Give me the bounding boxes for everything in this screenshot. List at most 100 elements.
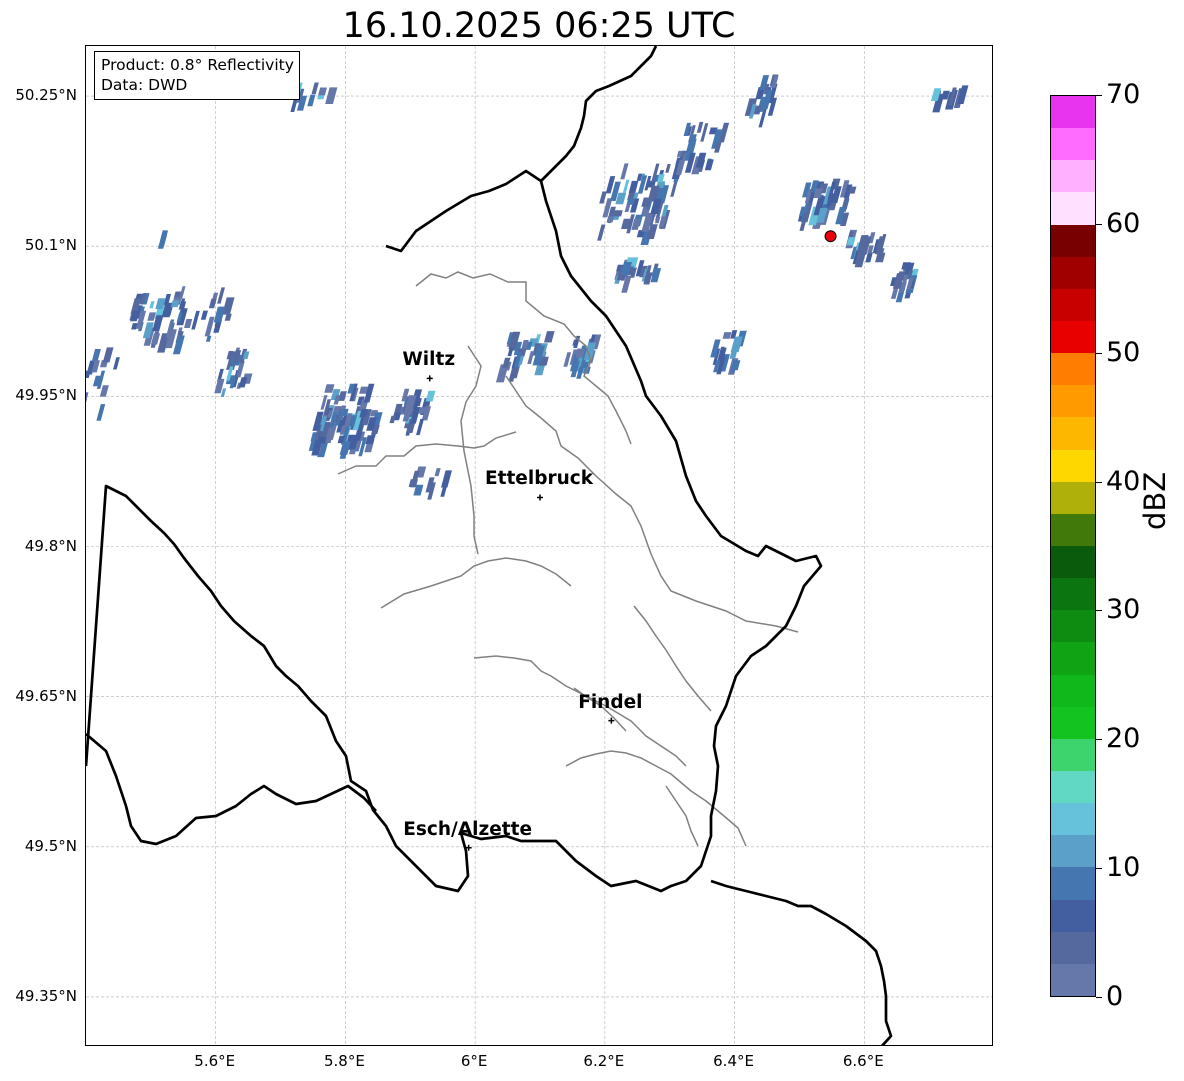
echo-pixel <box>147 312 157 321</box>
echo-pixel <box>543 331 555 343</box>
colorbar-tick <box>1096 610 1102 612</box>
lat-tick-label: 49.5°N <box>24 836 77 855</box>
colorbar-tick-label: 50 <box>1106 336 1141 368</box>
product-label: Product: 0.8° Reflectivity <box>101 56 294 74</box>
echo-pixel <box>92 375 104 387</box>
colorbar-segment <box>1051 674 1095 707</box>
echo-pixel <box>704 159 714 171</box>
colorbar-segment <box>1051 385 1095 418</box>
colorbar-segment <box>1051 353 1095 386</box>
city-marker <box>608 717 615 724</box>
colorbar-segment <box>1051 288 1095 322</box>
france-border <box>86 732 377 846</box>
echo-pixel <box>217 287 226 304</box>
colorbar-tick <box>1096 739 1102 741</box>
echo-pixel <box>184 319 193 328</box>
colorbar-segment <box>1051 899 1095 932</box>
echo-pixel <box>875 252 886 263</box>
colorbar-segment <box>1051 835 1095 868</box>
echo-pixel <box>416 418 424 436</box>
colorbar-segment <box>1051 481 1095 514</box>
radar-map[interactable] <box>85 45 993 1046</box>
colorbar-segment <box>1051 224 1095 257</box>
city-label: Esch/Alzette <box>403 818 533 840</box>
echo-pixel <box>722 332 732 339</box>
echo-pixel <box>606 216 615 223</box>
echo-pixel <box>205 335 212 342</box>
echo-pixel <box>318 87 327 96</box>
radar-site-marker[interactable] <box>824 230 837 243</box>
echo-pixel <box>172 335 185 355</box>
colorbar-segment <box>1051 513 1095 547</box>
colorbar-tick-label: 70 <box>1106 79 1141 110</box>
echo-pixel <box>91 349 101 362</box>
city-markers <box>426 375 615 851</box>
echo-pixel <box>507 347 514 357</box>
colorbar-segment <box>1051 771 1095 804</box>
colorbar-segment <box>1051 931 1095 964</box>
echo-pixel <box>325 87 338 105</box>
echo-pixel <box>665 164 671 173</box>
echo-pixel <box>222 297 235 315</box>
lat-tick-label: 49.95°N <box>15 386 77 405</box>
canton-border <box>460 345 482 555</box>
city-marker <box>426 375 433 382</box>
echo-pixel <box>670 181 678 197</box>
echo-pixel <box>324 384 335 393</box>
lon-tick-label: 6.4°E <box>713 1052 754 1070</box>
colorbar-segment <box>1051 321 1095 354</box>
lon-tick-label: 6.2°E <box>583 1052 625 1070</box>
echo-pixel <box>365 435 376 445</box>
colorbar-unit-label: dBZ <box>1138 471 1172 530</box>
radar-echoes <box>86 74 969 500</box>
colorbar-segment <box>1051 160 1095 193</box>
colorbar-segment <box>1051 96 1095 129</box>
echo-pixel <box>99 385 109 397</box>
product-info-box: Product: 0.8° Reflectivity Data: DWD <box>94 51 300 100</box>
city-marker <box>537 494 543 501</box>
luxembourg-border <box>86 169 823 893</box>
echo-pixel <box>441 470 452 488</box>
canton-border <box>633 605 712 712</box>
map-canvas <box>86 46 992 1045</box>
colorbar-segment <box>1051 867 1095 900</box>
country-borders <box>86 46 893 1045</box>
colorbar-tick <box>1096 223 1102 225</box>
colorbar-segment <box>1051 449 1095 482</box>
echo-pixel <box>597 224 606 241</box>
colorbar-segment <box>1051 578 1095 611</box>
colorbar-segment <box>1051 738 1095 772</box>
colorbar-segment <box>1051 803 1095 836</box>
echo-pixel <box>696 121 704 133</box>
map-title: 16.10.2025 06:25 UTC <box>342 6 736 46</box>
lon-tick-label: 6°E <box>460 1052 488 1070</box>
city-label: Findel <box>578 691 643 713</box>
lon-tick-label: 5.8°E <box>324 1052 365 1070</box>
echo-pixel <box>624 203 631 212</box>
data-source-label: Data: DWD <box>101 76 188 94</box>
lat-tick-label: 50.25°N <box>15 86 77 105</box>
colorbar-segment <box>1051 192 1095 225</box>
lat-tick-label: 49.8°N <box>24 536 77 555</box>
echo-pixel <box>613 210 623 217</box>
echo-pixel <box>204 316 215 337</box>
city-label: Ettelbruck <box>484 468 594 490</box>
colorbar-segment <box>1051 128 1095 161</box>
colorbar-segment <box>1051 642 1095 675</box>
colorbar-tick-label: 20 <box>1106 723 1141 755</box>
echo-pixel <box>113 357 120 370</box>
echo-pixel <box>149 301 155 309</box>
colorbar-tick-label: 40 <box>1106 465 1141 497</box>
echo-pixel <box>425 390 436 402</box>
colorbar-segment <box>1051 610 1095 643</box>
lon-tick-label: 5.6°E <box>194 1052 236 1070</box>
echo-pixel <box>307 94 316 107</box>
canton-border <box>665 785 699 847</box>
lon-tick-label: 6.6°E <box>842 1052 884 1070</box>
colorbar-tick <box>1096 997 1102 998</box>
echo-pixel <box>434 468 441 477</box>
colorbar-tick-label: 30 <box>1106 594 1141 626</box>
echo-pixel <box>622 179 630 193</box>
canton-border <box>380 557 572 609</box>
echo-pixel <box>191 310 200 330</box>
